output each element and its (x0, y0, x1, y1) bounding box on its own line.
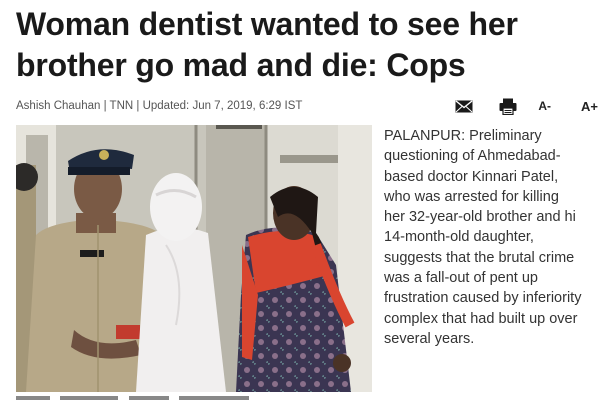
caption-fragment (60, 396, 119, 400)
headline-line-1: Woman dentist wanted to see her (16, 6, 518, 42)
article-body: PALANPUR: Preliminary questioning of Ahm… (384, 126, 600, 349)
article-tools: A- A+ (454, 95, 600, 117)
byline: Ashish Chauhan | TNN | Updated: Jun 7, 2… (16, 100, 303, 112)
article-line: who was arrested for killing (384, 188, 559, 205)
article-line: questioning of Ahmedabad- (384, 148, 561, 165)
article-line: was a fall-out of pent up (384, 270, 538, 287)
font-decrease-button[interactable]: A- (538, 99, 551, 113)
meta-row: Ashish Chauhan | TNN | Updated: Jun 7, 2… (16, 95, 600, 117)
article-line: complex that had built up over (384, 310, 578, 327)
article-line: PALANPUR: Preliminary (384, 128, 542, 144)
photo-illustration (16, 125, 372, 392)
caption-fragment (179, 396, 250, 400)
caption-fragment (128, 396, 169, 400)
article-line: based doctor Kinnari Patel, (384, 168, 559, 185)
article-line: her 32-year-old brother and hi (384, 209, 576, 226)
caption-fragment (16, 396, 50, 400)
print-button[interactable] (498, 98, 518, 115)
headline-line-2: brother go mad and die: Cops (16, 47, 466, 83)
printer-icon (499, 98, 517, 115)
font-increase-button[interactable]: A+ (581, 99, 598, 114)
article-line: 14-month-old daughter, (384, 229, 534, 246)
article-line: suggests that the brutal crime (384, 249, 575, 266)
photo-caption-cutoff (16, 393, 372, 400)
email-button[interactable] (454, 99, 474, 113)
envelope-icon (455, 99, 473, 112)
headline: Woman dentist wanted to see her brother … (16, 4, 596, 86)
article-line: frustration caused by inferiority (384, 290, 582, 307)
article-photo (16, 125, 372, 392)
article-line: several years. (384, 330, 475, 347)
